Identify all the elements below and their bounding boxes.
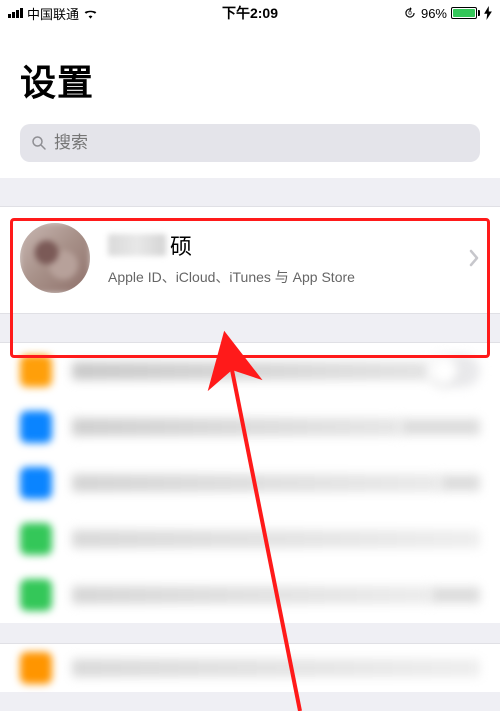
setting-label [72, 530, 480, 548]
settings-list [0, 342, 500, 623]
list-item[interactable] [0, 399, 500, 455]
search-field[interactable] [20, 124, 480, 162]
list-item[interactable] [0, 567, 500, 623]
search-container [0, 116, 500, 178]
section-gap [0, 623, 500, 643]
avatar [20, 223, 90, 293]
header: 设置 [0, 26, 500, 116]
page-title: 设置 [20, 54, 480, 106]
chevron-right-icon [468, 249, 480, 267]
setting-value [430, 587, 480, 603]
setting-label [72, 659, 480, 677]
setting-value [440, 475, 480, 491]
list-item[interactable] [0, 455, 500, 511]
setting-icon [20, 355, 52, 387]
setting-icon [20, 523, 52, 555]
setting-icon [20, 652, 52, 684]
setting-value [400, 419, 480, 435]
setting-icon [20, 467, 52, 499]
status-bar: 中国联通 下午2:09 96% [0, 0, 500, 26]
redacted-name [108, 234, 166, 256]
list-item[interactable] [0, 343, 500, 399]
setting-switch[interactable] [428, 355, 480, 387]
apple-id-section: 硕 Apple ID、iCloud、iTunes 与 App Store [0, 206, 500, 314]
apple-id-row[interactable]: 硕 Apple ID、iCloud、iTunes 与 App Store [0, 207, 500, 313]
profile-text: 硕 Apple ID、iCloud、iTunes 与 App Store [108, 229, 468, 287]
profile-name: 硕 [108, 229, 468, 261]
status-time: 下午2:09 [0, 3, 500, 23]
section-gap [0, 178, 500, 206]
setting-icon [20, 411, 52, 443]
profile-subtitle: Apple ID、iCloud、iTunes 与 App Store [108, 267, 468, 287]
profile-name-suffix: 硕 [170, 229, 192, 261]
setting-label [72, 418, 400, 436]
settings-list-2 [0, 643, 500, 692]
battery-icon [451, 7, 480, 19]
setting-label [72, 474, 440, 492]
list-item[interactable] [0, 644, 500, 692]
setting-label [72, 586, 430, 604]
section-gap [0, 314, 500, 342]
list-item[interactable] [0, 511, 500, 567]
setting-label [72, 362, 428, 380]
search-icon [30, 134, 48, 152]
search-input[interactable] [54, 133, 470, 153]
setting-icon [20, 579, 52, 611]
